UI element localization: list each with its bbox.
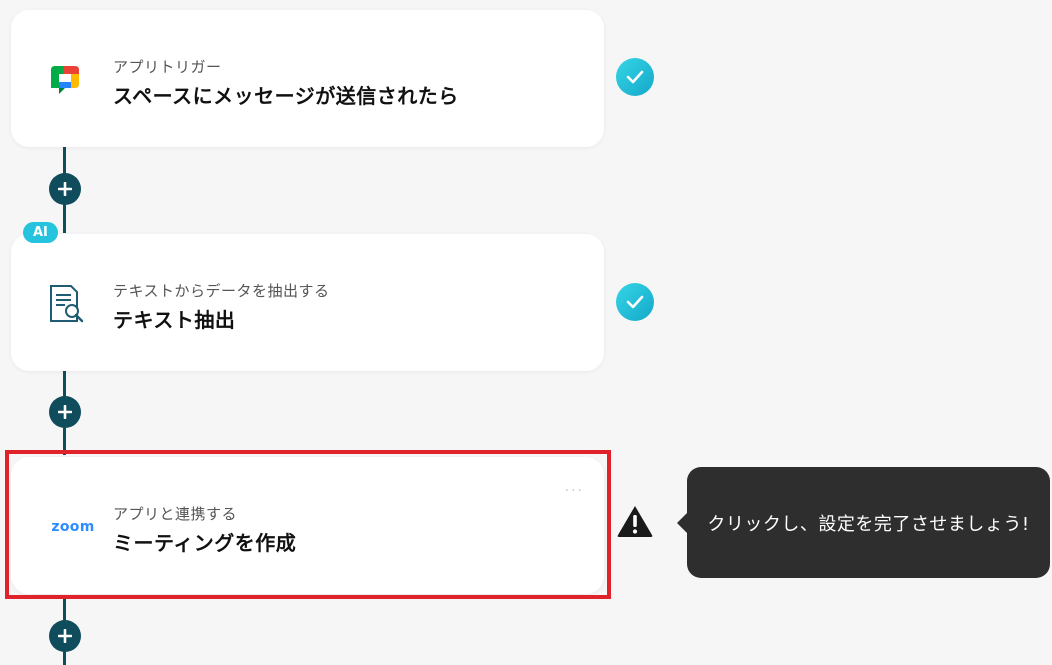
step-subtitle: アプリトリガー [113,58,222,76]
check-icon [616,283,654,321]
plus-icon [58,182,72,196]
warning-icon [617,506,653,537]
tooltip-text: クリックし、設定を完了させましょう! [707,513,1030,535]
check-icon [616,58,654,96]
plus-icon [58,405,72,419]
google-chat-icon [45,60,85,100]
zoom-logo-text: zoom [51,519,95,535]
add-step-button[interactable] [49,396,81,428]
step-subtitle: アプリと連携する [113,505,238,523]
document-search-icon [45,284,85,324]
step-subtitle: テキストからデータを抽出する [113,282,330,300]
step-card-trigger[interactable]: アプリトリガー スペースにメッセージが送信されたら [11,10,604,147]
zoom-icon: zoom [43,507,103,547]
step-status-complete [615,282,655,322]
step-title: テキスト抽出 [113,308,236,332]
plus-icon [58,629,72,643]
more-options-icon[interactable]: ··· [565,483,584,499]
step-title: ミーティングを作成 [113,531,297,555]
step-title: スペースにメッセージが送信されたら [113,84,459,108]
step-card-ai-extract[interactable]: AI テキストからデータを抽出する テキスト抽出 [11,222,604,371]
workflow-canvas: アプリトリガー スペースにメッセージが送信されたら AI テキストからデータを抽… [0,0,1052,665]
step-status-warning [615,501,655,541]
add-step-button[interactable] [49,620,81,652]
add-step-button[interactable] [49,173,81,205]
setup-tooltip: クリックし、設定を完了させましょう! [677,467,1050,578]
ai-badge: AI [23,222,58,243]
step-status-complete [615,57,655,97]
step-card-zoom[interactable]: ··· zoom アプリと連携する ミーティングを作成 [11,457,604,594]
